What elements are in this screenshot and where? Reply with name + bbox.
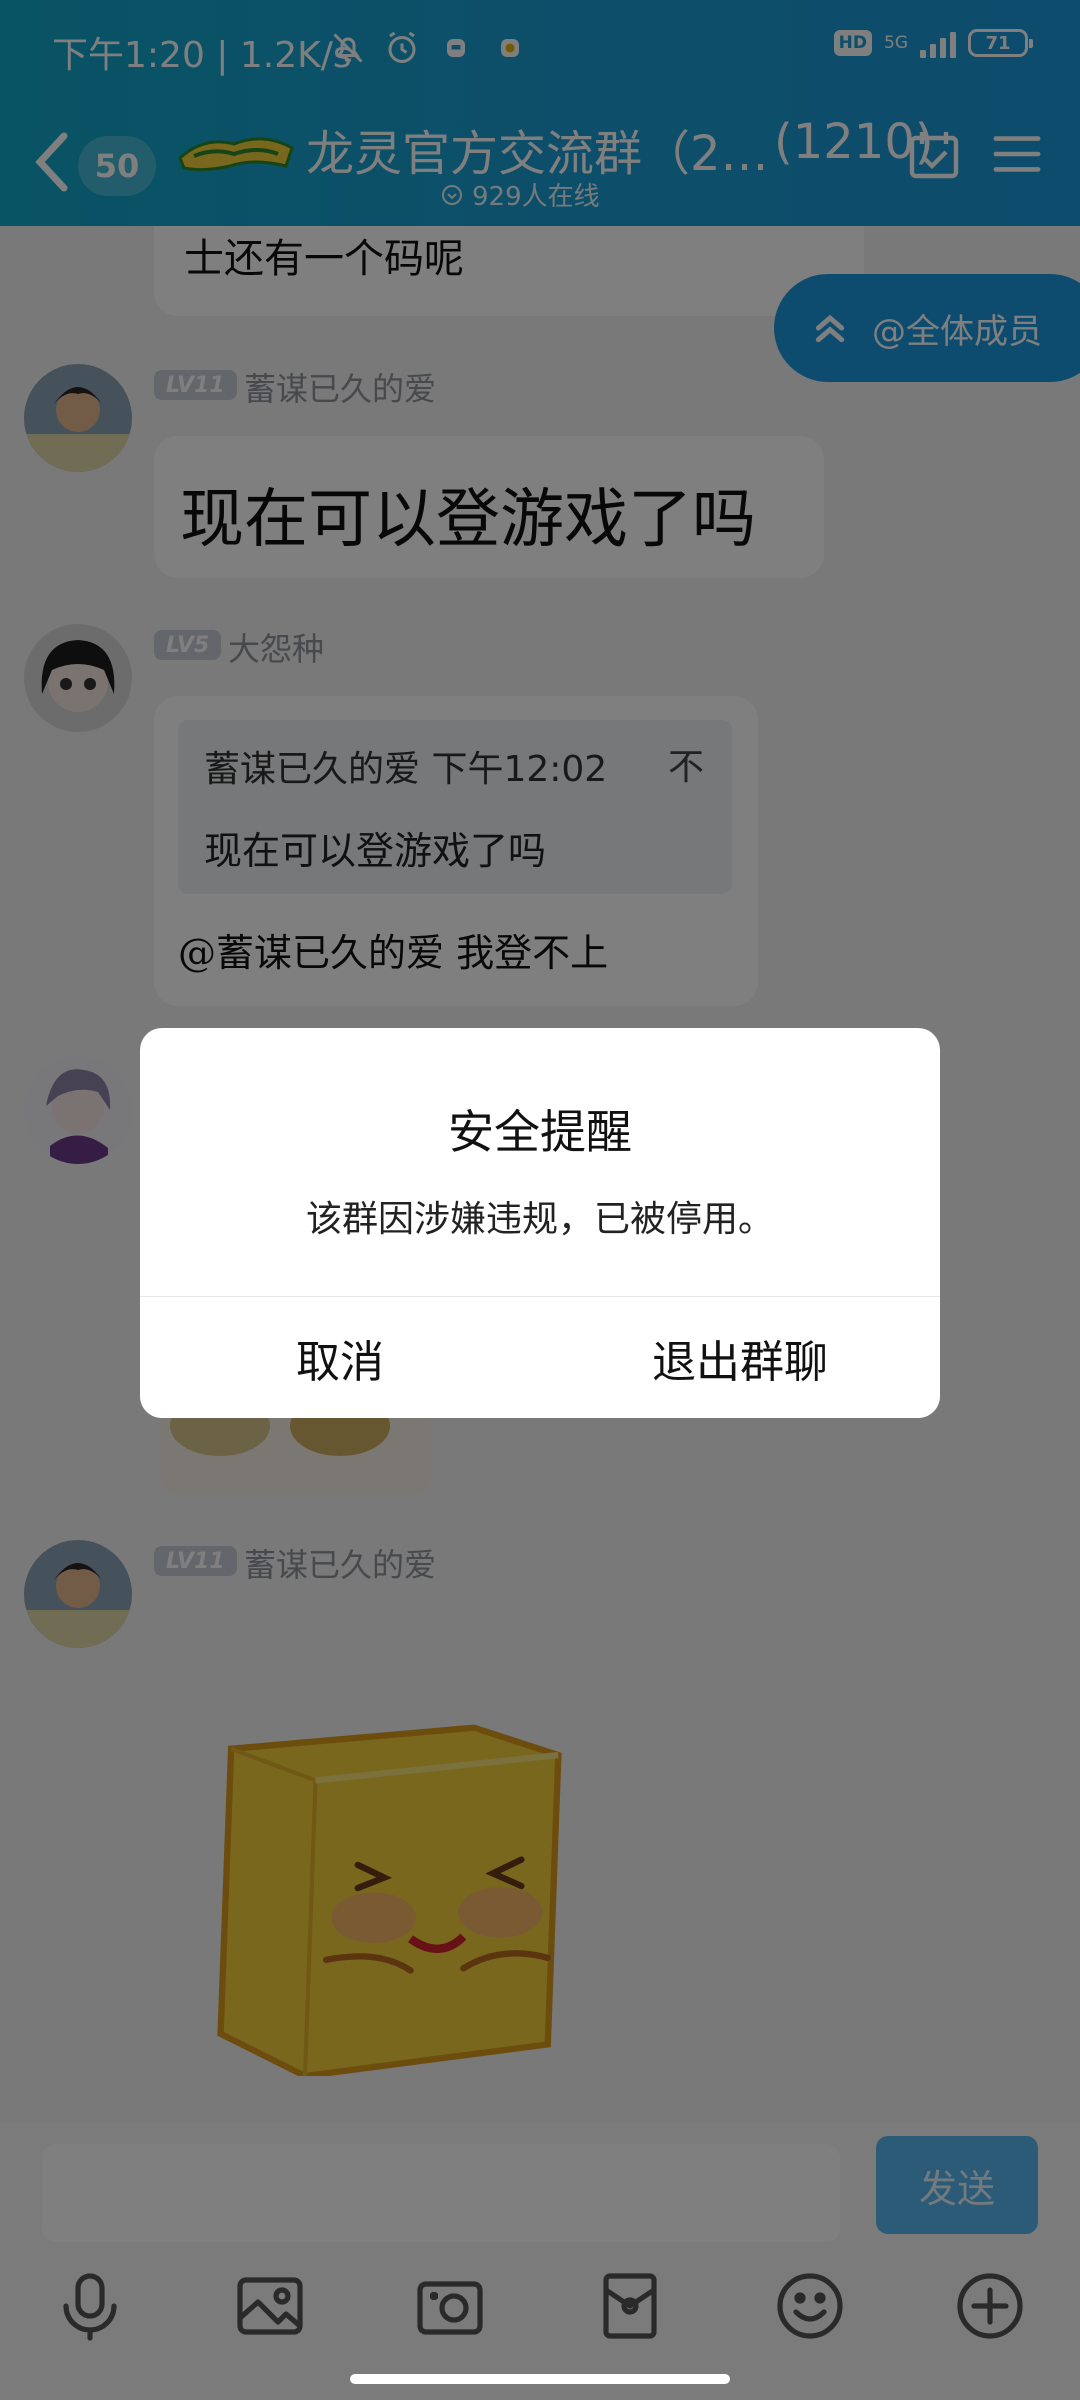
security-alert-dialog: 安全提醒 该群因涉嫌违规，已被停用。 取消 退出群聊 — [140, 1028, 940, 1418]
dialog-message: 该群因涉嫌违规，已被停用。 — [305, 1199, 774, 1240]
dialog-title: 安全提醒 — [448, 1105, 632, 1159]
home-indicator[interactable] — [350, 2374, 730, 2384]
cancel-button[interactable]: 取消 — [140, 1297, 540, 1418]
exit-group-button[interactable]: 退出群聊 — [540, 1297, 940, 1418]
